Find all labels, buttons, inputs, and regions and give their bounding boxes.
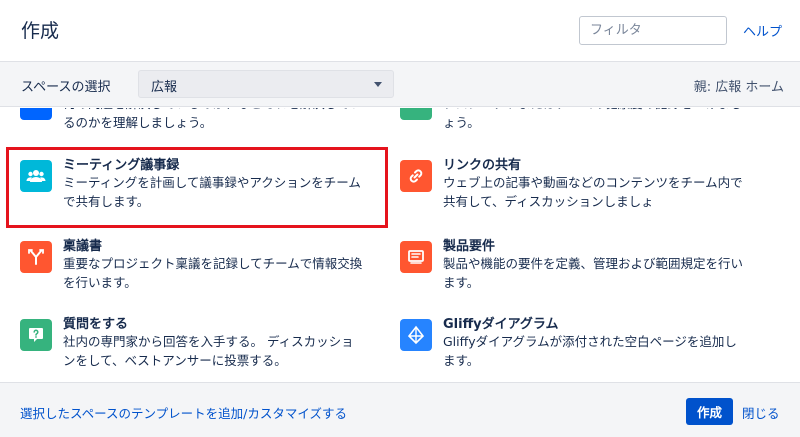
- create-button[interactable]: 作成: [686, 398, 733, 425]
- template-icon: [20, 108, 52, 120]
- template-item-meeting-notes[interactable]: ミーティング議事録 ミーティングを計画して議事録やアクションをチームで共有します…: [0, 154, 370, 220]
- template-title: Gliffyダイアグラム: [443, 317, 559, 332]
- template-item-ask-question[interactable]: 質問をする 社内の専門家から回答を入手する。 ディスカッションをして、ベストアン…: [0, 313, 370, 379]
- requirements-icon: [400, 241, 432, 273]
- template-title: リンクの共有: [443, 158, 522, 173]
- template-item-product-requirements[interactable]: 製品要件 製品や機能の要件を定義、管理および範囲規定を行います。: [380, 235, 750, 301]
- decision-icon: [20, 241, 52, 273]
- template-title: 質問をする: [63, 317, 129, 332]
- filter-input[interactable]: [579, 16, 727, 45]
- dialog-footer: 選択したスペースのテンプレートを追加/カスタマイズする 作成 閉じる: [0, 382, 800, 437]
- template-title: 稟議書: [63, 239, 103, 254]
- dialog-title: 作成: [21, 20, 60, 42]
- template-description: ウェブ上の記事や動画などのコンテンツをチーム内で共有して、ディスカッションしまし…: [443, 175, 743, 209]
- create-dialog: 作成 ヘルプ スペースの選択 広報 親: 広報 ホーム 何の問題を解決しているの…: [0, 0, 800, 437]
- gliffy-icon: [400, 319, 432, 351]
- template-list: 何の問題を解決しているのか、なぜそれを解決しているのかを理解しましょう。 プロジ…: [0, 108, 800, 382]
- template-item-decision[interactable]: 稟議書 重要なプロジェクト稟議を記録してチームで情報交換を行います。: [0, 235, 370, 301]
- template-description: 何の問題を解決しているのか、なぜそれを解決しているのかを理解しましょう。: [63, 108, 362, 130]
- template-item-gliffy-diagram[interactable]: Gliffyダイアグラム Gliffyダイアグラムが添付された空白ページを追加し…: [380, 313, 750, 379]
- template-item-share-link[interactable]: リンクの共有 ウェブ上の記事や動画などのコンテンツをチーム内で共有して、ディスカ…: [380, 154, 750, 220]
- dialog-header: 作成 ヘルプ: [0, 0, 800, 61]
- close-button[interactable]: 閉じる: [742, 403, 780, 422]
- space-select-bar: スペースの選択 広報 親: 広報 ホーム: [0, 61, 800, 107]
- question-icon: [20, 319, 52, 351]
- template-title: 製品要件: [443, 239, 496, 254]
- people-icon: [20, 160, 52, 192]
- template-description: Gliffyダイアグラムが添付された空白ページを追加します。: [443, 334, 737, 368]
- space-select-value: 広報: [151, 80, 178, 95]
- template-description: 社内の専門家から回答を入手する。 ディスカッションをして、ベストアンサーに投票す…: [63, 334, 354, 368]
- template-title: ミーティング議事録: [63, 158, 180, 173]
- chevron-down-icon: [374, 82, 382, 87]
- space-select-dropdown[interactable]: 広報: [138, 70, 394, 98]
- help-link[interactable]: ヘルプ: [743, 21, 782, 40]
- template-description: プロジェクトまたはチームの健康度の記録をつけましょう。: [443, 108, 743, 130]
- template-description: 重要なプロジェクト稟議を記録してチームで情報交換を行います。: [63, 256, 363, 290]
- space-select-label: スペースの選択: [21, 80, 111, 95]
- link-icon: [400, 160, 432, 192]
- health-icon: [400, 108, 432, 120]
- template-description: ミーティングを計画して議事録やアクションをチームで共有します。: [63, 175, 361, 209]
- template-description: 製品や機能の要件を定義、管理および範囲規定を行います。: [443, 256, 744, 290]
- customize-templates-link[interactable]: 選択したスペースのテンプレートを追加/カスタマイズする: [20, 403, 347, 422]
- parent-page-label: 親: 広報 ホーム: [693, 80, 784, 95]
